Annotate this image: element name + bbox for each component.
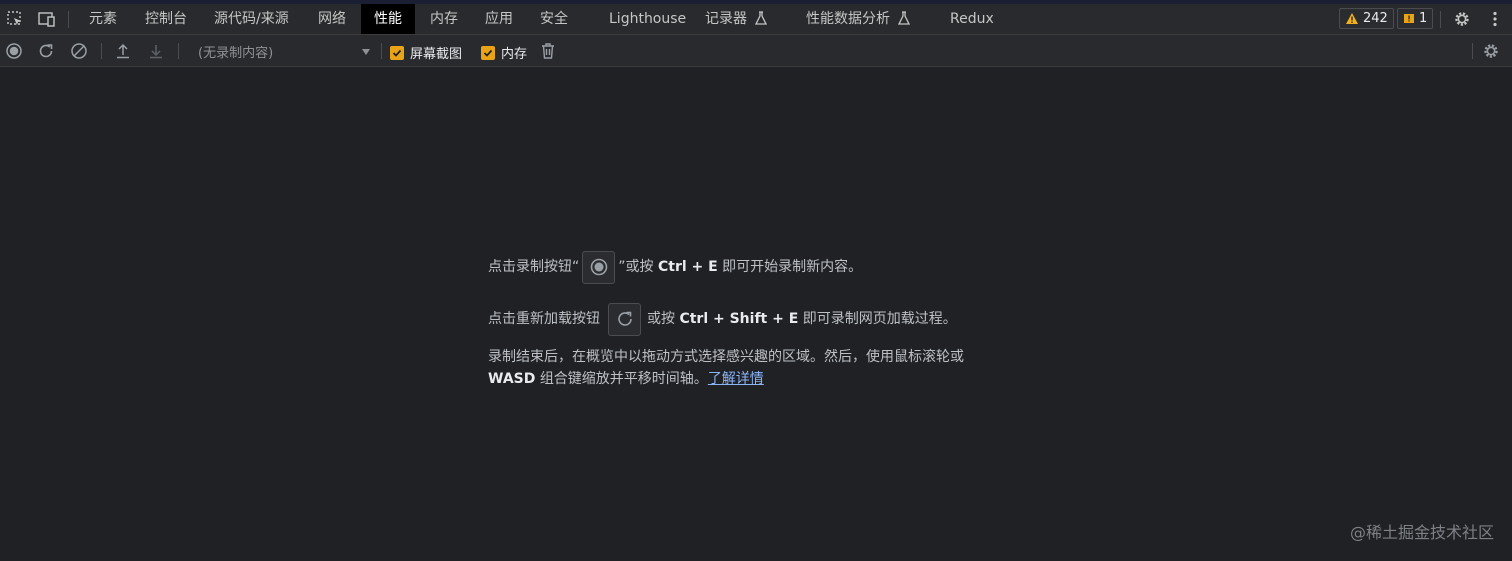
navigation-instruction-text: 录制结束后，在概览中以拖动方式选择感兴趣的区域。然后，使用鼠标滚轮或 — [488, 349, 964, 365]
tab-performance-insights-label: 性能数据分析 — [806, 11, 890, 27]
tab-performance-insights[interactable]: 性能数据分析 — [806, 4, 910, 34]
performance-toolbar: (无录制内容) 屏幕截图 内存 — [0, 35, 1512, 67]
capture-settings-gear-icon[interactable] — [1477, 36, 1505, 66]
inline-reload-button[interactable] — [608, 302, 641, 336]
screenshots-checkbox[interactable]: 屏幕截图 — [390, 43, 462, 62]
watermark: @稀土掘金技术社区 — [1349, 523, 1494, 542]
warnings-badge[interactable]: 242 — [1339, 8, 1394, 29]
issues-badge[interactable]: 1 — [1397, 8, 1434, 29]
divider — [381, 43, 382, 59]
experiment-flask-icon — [898, 11, 910, 25]
record-instruction: 点击录制按钮“ ”或按 Ctrl + E 即可开始录制新内容。 — [488, 250, 1028, 284]
tab-console[interactable]: 控制台 — [145, 4, 187, 34]
warning-icon — [1346, 13, 1358, 24]
inline-record-button[interactable] — [582, 250, 616, 284]
reload-shortcut: Ctrl + Shift + E — [679, 311, 799, 327]
experiment-flask-icon — [755, 11, 767, 25]
checkbox-checked-icon — [481, 45, 495, 60]
learn-more-link[interactable]: 了解详情 — [708, 371, 764, 387]
tab-application[interactable]: 应用 — [485, 4, 513, 34]
warnings-count: 242 — [1363, 11, 1388, 26]
divider — [1472, 43, 1473, 59]
tab-security[interactable]: 安全 — [540, 4, 568, 34]
checkbox-checked-icon — [390, 45, 404, 60]
recording-select-value: (无录制内容) — [198, 45, 274, 61]
tab-network[interactable]: 网络 — [318, 4, 346, 34]
settings-gear-icon[interactable] — [1447, 4, 1477, 34]
issues-count: 1 — [1419, 11, 1428, 26]
download-profile-icon[interactable] — [142, 36, 170, 66]
inspect-element-icon[interactable] — [0, 4, 30, 34]
memory-checkbox[interactable]: 内存 — [481, 43, 527, 62]
tab-redux[interactable]: Redux — [950, 4, 994, 34]
reload-instruction: 点击重新加载按钮 或按 Ctrl + Shift + E 即可录制网页加载过程。 — [488, 302, 1028, 336]
landing-instructions: 点击录制按钮“ ”或按 Ctrl + E 即可开始录制新内容。 点击重新加载按钮… — [488, 250, 1028, 390]
chevron-down-icon — [362, 49, 370, 55]
tab-performance[interactable]: 性能 — [361, 4, 415, 34]
divider — [1440, 11, 1441, 28]
tab-lighthouse[interactable]: Lighthouse — [609, 4, 686, 34]
navigation-instruction: 录制结束后，在概览中以拖动方式选择感兴趣的区域。然后，使用鼠标滚轮或 WASD … — [488, 346, 1028, 390]
screenshots-label: 屏幕截图 — [410, 47, 463, 62]
reload-instruction-text: 点击重新加载按钮 — [488, 311, 600, 327]
memory-label: 内存 — [501, 47, 528, 62]
divider — [101, 43, 102, 59]
tab-elements[interactable]: 元素 — [89, 4, 117, 34]
tab-sources[interactable]: 源代码/来源 — [214, 4, 289, 34]
divider — [68, 11, 69, 28]
reload-instruction-or: 或按 — [647, 311, 675, 327]
record-instruction-or: ”或按 — [618, 259, 654, 275]
device-toolbar-icon[interactable] — [32, 4, 62, 34]
more-options-icon[interactable] — [1480, 4, 1510, 34]
reload-record-icon[interactable] — [32, 36, 60, 66]
upload-profile-icon[interactable] — [109, 36, 137, 66]
clear-icon[interactable] — [65, 36, 93, 66]
tab-recorder-label: 记录器 — [705, 11, 747, 27]
garbage-collect-trash-icon[interactable] — [534, 36, 562, 66]
divider — [178, 43, 179, 59]
tab-recorder[interactable]: 记录器 — [705, 4, 767, 34]
record-instruction-tail: 即可开始录制新内容。 — [722, 259, 863, 275]
reload-icon — [617, 311, 632, 326]
info-flag-icon — [1404, 13, 1414, 23]
recording-select[interactable]: (无录制内容) — [186, 38, 376, 64]
record-icon[interactable] — [0, 36, 28, 66]
record-icon — [590, 258, 608, 276]
wasd-keys: WASD — [488, 371, 536, 387]
record-shortcut: Ctrl + E — [657, 259, 718, 275]
devtools-tab-bar: 元素 控制台 源代码/来源 网络 性能 内存 应用 安全 Lighthouse … — [0, 4, 1512, 35]
tab-memory[interactable]: 内存 — [430, 4, 458, 34]
reload-instruction-tail: 即可录制网页加载过程。 — [802, 311, 957, 327]
navigation-instruction-text-2: 组合键缩放并平移时间轴。 — [539, 371, 708, 387]
record-instruction-text: 点击录制按钮“ — [488, 259, 580, 275]
